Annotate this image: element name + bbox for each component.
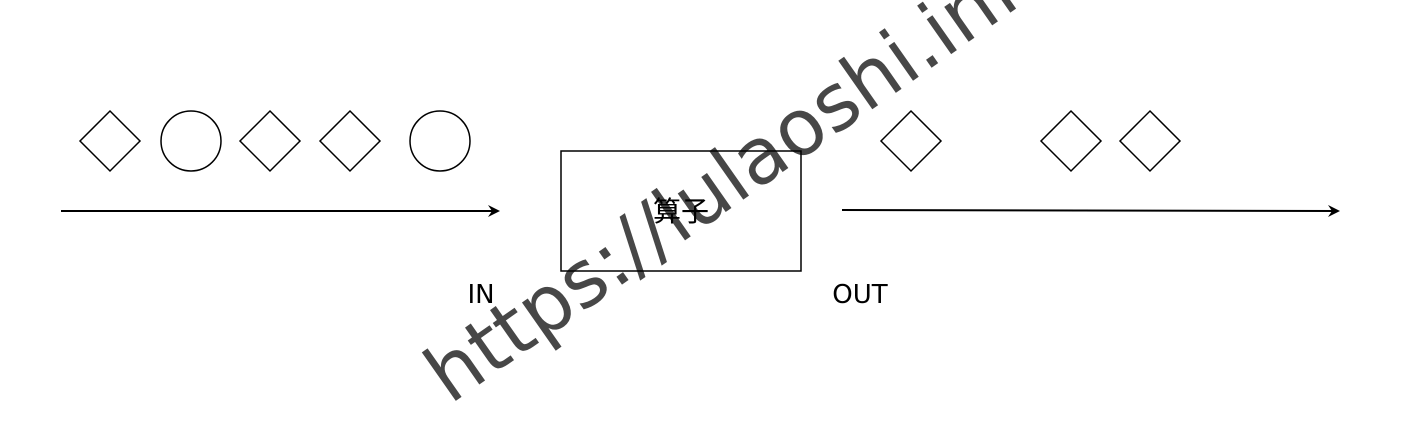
input-diamond-token	[318, 109, 382, 173]
input-diamond-token	[78, 109, 142, 173]
operator-diagram: 算子 IN OUT https://lulaoshi.info/	[61, 0, 1340, 421]
output-diamond-token	[1118, 109, 1182, 173]
output-arrow	[841, 204, 1340, 217]
input-circle-token	[160, 110, 222, 172]
input-diamond-token	[238, 109, 302, 173]
output-label: OUT	[832, 280, 887, 310]
output-diamond-token	[1039, 109, 1103, 173]
input-stream	[78, 109, 471, 173]
output-stream	[879, 109, 1182, 173]
input-circle-token	[409, 110, 471, 172]
